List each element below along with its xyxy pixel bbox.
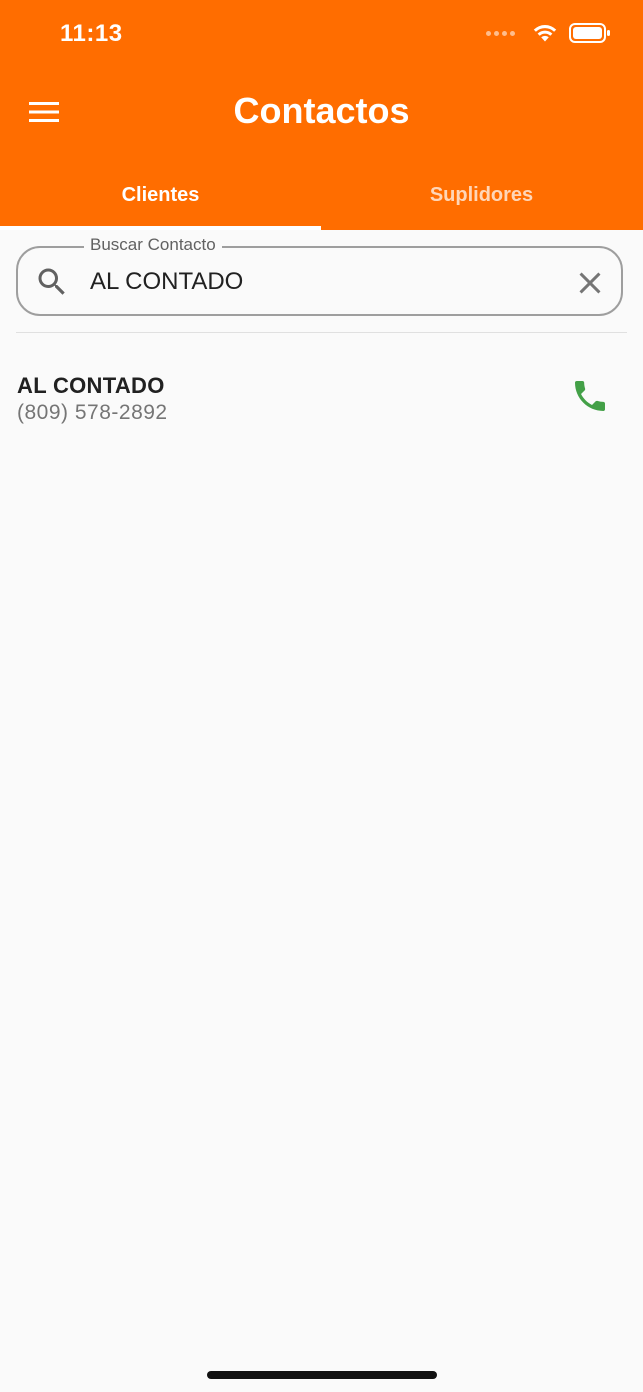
- home-indicator: [207, 1371, 437, 1379]
- status-time: 11:13: [60, 20, 123, 47]
- list-divider: [16, 332, 627, 333]
- status-icons: [486, 22, 611, 44]
- tab-selected-indicator: [0, 226, 321, 230]
- contact-phone: (809) 578-2892: [17, 401, 168, 424]
- wifi-icon: [533, 25, 557, 42]
- search-icon: [38, 268, 65, 295]
- battery-icon: [569, 23, 610, 43]
- page-title: Contactos: [233, 90, 410, 131]
- close-icon[interactable]: [572, 265, 608, 301]
- contact-list-item[interactable]: AL CONTADO (809) 578-2892: [0, 360, 643, 440]
- phone-icon[interactable]: [570, 376, 610, 416]
- contact-name: AL CONTADO: [17, 373, 165, 398]
- cellular-signal-icon: [486, 30, 515, 36]
- tab-suplidores[interactable]: Suplidores: [321, 160, 642, 230]
- search-input[interactable]: [90, 264, 550, 300]
- tab-clientes[interactable]: Clientes: [0, 160, 321, 230]
- search-field-label: Buscar Contacto: [84, 235, 222, 255]
- app-bar: 11:13 Contactos Clientes Suplidores: [0, 0, 643, 230]
